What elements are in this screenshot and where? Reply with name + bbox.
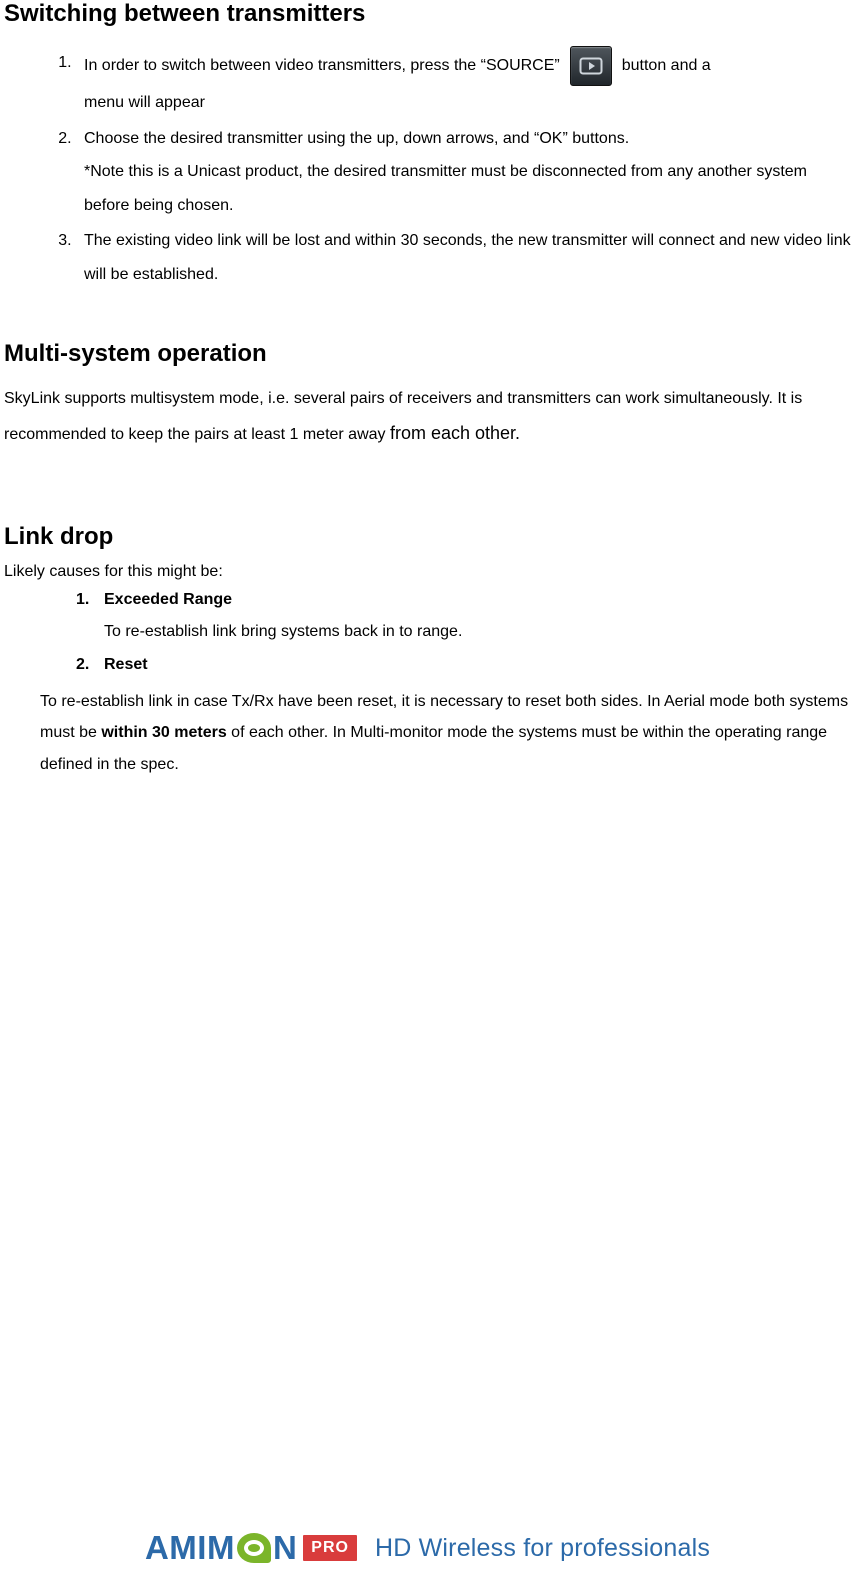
footer-tagline: HD Wireless for professionals bbox=[375, 1534, 710, 1563]
list-item: Reset bbox=[76, 650, 851, 680]
page-footer: AMIM N PRO HD Wireless for professionals bbox=[0, 1529, 855, 1567]
step-1-text-b: button and a bbox=[622, 49, 711, 83]
multisystem-text-b: from each other. bbox=[390, 423, 520, 443]
list-item: Exceeded Range To re-establish link brin… bbox=[76, 585, 851, 648]
heading-linkdrop: Link drop bbox=[4, 523, 851, 551]
reset-paragraph: To re-establish link in case Tx/Rx have … bbox=[40, 686, 851, 780]
brand-o-mark-icon bbox=[237, 1533, 271, 1563]
step-1-text-a: In order to switch between video transmi… bbox=[84, 49, 560, 83]
source-button-icon bbox=[570, 46, 612, 86]
switching-steps-list: In order to switch between video transmi… bbox=[4, 46, 851, 292]
pro-badge: PRO bbox=[303, 1535, 357, 1561]
step-1-text-c: menu will appear bbox=[84, 86, 851, 120]
linkdrop-list: Exceeded Range To re-establish link brin… bbox=[4, 585, 851, 680]
linkdrop-item-1-body: To re-establish link bring systems back … bbox=[104, 617, 851, 647]
list-item: Choose the desired transmitter using the… bbox=[76, 122, 851, 223]
amimon-logo: AMIM N PRO bbox=[145, 1529, 357, 1567]
linkdrop-intro: Likely causes for this might be: bbox=[4, 563, 851, 581]
step-2-text-b: *Note this is a Unicast product, the des… bbox=[84, 155, 851, 222]
brand-text-a: AMIM bbox=[145, 1529, 235, 1567]
brand-text-b: N bbox=[273, 1529, 297, 1567]
step-3-text: The existing video link will be lost and… bbox=[84, 224, 851, 291]
linkdrop-item-2-title: Reset bbox=[104, 656, 148, 673]
multisystem-paragraph: SkyLink supports multisystem mode, i.e. … bbox=[4, 382, 851, 453]
reset-text-b: within 30 meters bbox=[101, 724, 226, 741]
heading-multisystem: Multi-system operation bbox=[4, 340, 851, 368]
step-2-text-a: Choose the desired transmitter using the… bbox=[84, 122, 851, 156]
linkdrop-item-1-title: Exceeded Range bbox=[104, 591, 232, 608]
heading-switching: Switching between transmitters bbox=[4, 0, 851, 28]
list-item: In order to switch between video transmi… bbox=[76, 46, 851, 120]
list-item: The existing video link will be lost and… bbox=[76, 224, 851, 291]
